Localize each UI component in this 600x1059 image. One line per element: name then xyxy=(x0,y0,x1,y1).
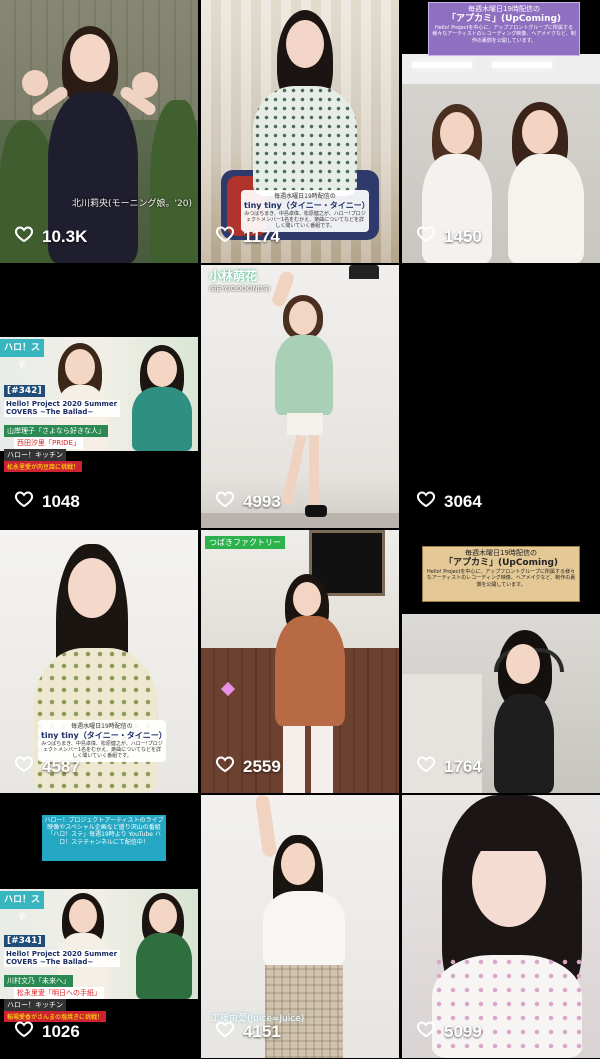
upcoming-banner-title: 毎週木曜日19時配信の xyxy=(468,5,540,13)
video-grid: 北川莉央(モーニング娘。'20) 10.3K 毎週水曜日19時配信の tiny … xyxy=(0,0,600,1059)
like-count-value: 2559 xyxy=(243,756,281,776)
program-caption-main: tiny tiny（タイニー・タイニー） xyxy=(244,200,370,210)
like-count: 1026 xyxy=(14,1019,80,1044)
like-count: 4993 xyxy=(215,489,281,514)
like-count-value: 1450 xyxy=(444,226,482,246)
video-tile[interactable]: 毎週水曜日19時配信の tiny tiny（タイニー・タイニー） みつばちまき、… xyxy=(0,530,198,793)
like-count-value: 10.3K xyxy=(42,226,88,246)
heart-icon xyxy=(14,1019,34,1044)
like-count-value: 1048 xyxy=(42,491,80,511)
like-count: 4587 xyxy=(14,754,80,779)
like-count-value: 3064 xyxy=(444,491,482,511)
heart-icon xyxy=(215,1019,235,1044)
video-tile[interactable]: ハロー！プロジェクトアーティストのライブ映像やスペシャル企画など盛り沢山の番組「… xyxy=(0,795,198,1058)
video-tile[interactable]: 北川莉央(モーニング娘。'20) 10.3K xyxy=(0,0,198,263)
like-count: 3064 xyxy=(416,489,482,514)
show-logo: ハロ！ステ xyxy=(0,339,44,371)
episode-number: [#341] xyxy=(4,935,45,947)
like-count: 10.3K xyxy=(14,224,87,249)
like-count-value: 4587 xyxy=(42,756,80,776)
like-count-value: 4151 xyxy=(243,1021,281,1041)
upcoming-banner-main: 「アプカミ」(UpComing) xyxy=(443,557,559,568)
upcoming-banner: 毎週木曜日19時配信の 「アプカミ」(UpComing) Hello! Proj… xyxy=(422,546,580,602)
episode-headline: Hello! Project 2020 Summer COVERS ~The B… xyxy=(4,950,120,968)
like-count-value: 5099 xyxy=(444,1021,482,1041)
video-caption: 北川莉央(モーニング娘。'20) xyxy=(72,199,192,209)
heart-icon xyxy=(14,754,34,779)
like-count-value: 4993 xyxy=(243,491,281,511)
like-count: 5099 xyxy=(416,1019,482,1044)
episode-headline: Hello! Project 2020 Summer COVERS ~The B… xyxy=(4,400,120,418)
video-tile[interactable]: つばきファクトリー 2559 xyxy=(201,530,399,793)
video-tile[interactable]: 毎週水曜日19時配信の tiny tiny（タイニー・タイニー） みつばちまき、… xyxy=(201,0,399,263)
like-count: 4151 xyxy=(215,1019,281,1044)
upcoming-banner-main: 「アプカミ」(UpComing) xyxy=(446,13,562,24)
program-caption-title: 毎週水曜日19時配信の xyxy=(71,723,133,730)
episode-line-2: 松永里愛「明日への手紙」 xyxy=(14,987,104,999)
episode-line-3: ハロー！キッチン xyxy=(4,999,66,1011)
like-count: 1764 xyxy=(416,754,482,779)
show-logo: ハロ！ステ xyxy=(0,891,44,923)
episode-line-3: ハロー！キッチン xyxy=(4,449,66,461)
heart-icon xyxy=(14,489,34,514)
program-caption-title: 毎週水曜日19時配信の xyxy=(274,193,336,200)
episode-number: [#342] xyxy=(4,385,45,397)
like-count: 1174 xyxy=(215,224,280,249)
heart-icon xyxy=(215,489,235,514)
heart-icon xyxy=(416,1019,436,1044)
upcoming-banner: 毎週木曜日19時配信の 「アプカミ」(UpComing) Hello! Proj… xyxy=(428,2,580,56)
like-count-value: 1174 xyxy=(243,226,280,246)
episode-line-4: 松永里愛が肉豆腐に挑戦！ xyxy=(4,461,83,472)
heart-icon xyxy=(416,224,436,249)
upcoming-banner-sub: Hello! Projectを中心に、アップフロントグループに所属する様々なアー… xyxy=(426,569,576,588)
episode-line-1: 川村文乃「未来へ」 xyxy=(4,975,73,987)
like-count: 1450 xyxy=(416,224,482,249)
video-tile[interactable]: ハロ！ステ [#342] Hello! Project 2020 Summer … xyxy=(0,265,198,528)
video-tile[interactable]: 小林萌花 (BEYOOOOONDS) 4993 xyxy=(201,265,399,528)
like-count: 1048 xyxy=(14,489,80,514)
heart-icon xyxy=(215,224,235,249)
upcoming-banner-title: 毎週木曜日19時配信の xyxy=(465,549,537,557)
video-tile[interactable]: 工藤由愛(Juice=Juice) 4151 xyxy=(201,795,399,1058)
heart-icon xyxy=(416,754,436,779)
like-count-value: 1764 xyxy=(444,756,482,776)
program-caption-main: tiny tiny（タイニー・タイニー） xyxy=(41,730,167,740)
heart-icon xyxy=(215,754,235,779)
upcoming-banner-sub: Hello! Projectを中心に、アップフロントグループに所属する様々なアー… xyxy=(432,25,576,44)
promo-box: ハロー！プロジェクトアーティストのライブ映像やスペシャル企画など盛り沢山の番組「… xyxy=(42,815,166,861)
heart-icon xyxy=(416,489,436,514)
video-tile[interactable]: 毎週木曜日19時配信の 「アプカミ」(UpComing) Hello! Proj… xyxy=(402,0,600,263)
group-tag: つばきファクトリー xyxy=(205,536,285,549)
video-tile[interactable]: 毎週木曜日19時配信の 「アプカミ」(UpComing) Hello! Proj… xyxy=(402,530,600,793)
member-group: (BEYOOOOONDS) xyxy=(209,285,271,293)
video-tile[interactable]: 5099 xyxy=(402,795,600,1058)
like-count-value: 1026 xyxy=(42,1021,80,1041)
like-count: 2559 xyxy=(215,754,281,779)
heart-icon xyxy=(14,224,34,249)
video-tile[interactable]: 3064 xyxy=(402,265,600,528)
episode-line-1: 山岸理子「さよなら好きな人」 xyxy=(4,425,108,437)
episode-line-2: 西田汐里「PRIDE」 xyxy=(14,437,83,449)
member-name: 小林萌花 xyxy=(209,269,258,283)
